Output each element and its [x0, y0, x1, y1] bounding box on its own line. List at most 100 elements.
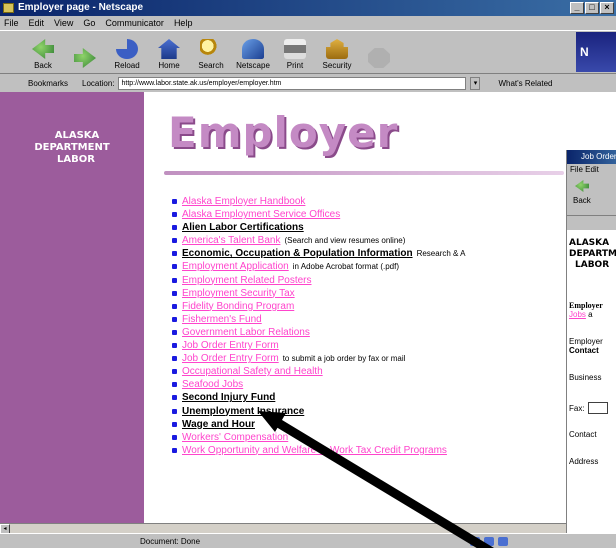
fax-input[interactable] — [587, 402, 608, 414]
link-list-item: Alaska Employment Service Offices — [172, 208, 592, 221]
home-button[interactable]: Home — [148, 31, 190, 73]
forward-icon — [74, 48, 96, 68]
back-icon — [32, 39, 54, 59]
link-list-item: Second Injury Fund — [172, 391, 592, 404]
menu-go[interactable]: Go — [83, 16, 95, 30]
employer-link[interactable]: Alaska Employer Handbook — [182, 196, 305, 207]
business-field-label: Business — [569, 373, 602, 382]
employer-link[interactable]: Workers' Compensation — [182, 432, 288, 443]
employer-link[interactable]: Second Injury Fund — [182, 392, 275, 403]
horizontal-scrollbar[interactable]: ◂ — [0, 523, 566, 534]
search-button[interactable]: Search — [190, 31, 232, 73]
alaska-labor-logo[interactable]: ALASKA DEPARTMENT LABOR — [0, 130, 144, 166]
navigation-toolbar: Back Reload Home Search Netscape Print S… — [0, 30, 616, 74]
window-titlebar[interactable]: Employer page - Netscape _ □ × — [0, 0, 616, 16]
employer-link[interactable]: Employment Related Posters — [182, 275, 312, 286]
link-list-item: Employment Application in Adobe Acrobat f… — [172, 260, 592, 273]
composer-status-icon — [498, 537, 508, 546]
page-content: ALASKA DEPARTMENT LABOR Employer Alaska … — [0, 92, 616, 523]
netscape-button[interactable]: Netscape — [232, 31, 274, 73]
url-input[interactable]: http://www.labor.state.ak.us/employer/em… — [118, 76, 467, 90]
logo-line-1: ALASKA — [54, 130, 100, 141]
link-list-item: Unemployment Insurance — [172, 405, 592, 418]
close-button[interactable]: × — [600, 2, 614, 14]
menu-edit[interactable]: Edit — [29, 16, 45, 30]
job-order-window[interactable]: Job Order File Edit Back ALASKA DEPARTME… — [566, 150, 616, 548]
link-list-item: Seafood Jobs — [172, 378, 592, 391]
menu-bar: File Edit View Go Communicator Help — [0, 16, 616, 30]
job-order-logo: ALASKA DEPARTMENT LABOR — [569, 238, 616, 270]
employer-link[interactable]: Fidelity Bonding Program — [182, 301, 294, 312]
employer-link[interactable]: Job Order Entry Form — [182, 340, 279, 351]
link-list-item: Government Labor Relations — [172, 326, 592, 339]
employer-link-list: Alaska Employer Handbook Alaska Employmen… — [172, 195, 592, 457]
url-dropdown-button[interactable]: ▾ — [470, 76, 481, 90]
link-list-item: Workers' Compensation — [172, 431, 592, 444]
back-icon[interactable] — [575, 180, 589, 192]
status-text: Document: Done — [140, 537, 201, 546]
menu-communicator[interactable]: Communicator — [105, 16, 164, 30]
heading-divider — [164, 171, 564, 175]
employer-link[interactable]: Government Labor Relations — [182, 327, 310, 338]
menu-help[interactable]: Help — [174, 16, 193, 30]
link-note: (Search and view resumes online) — [284, 236, 406, 246]
home-icon — [158, 39, 180, 59]
security-status-icon — [470, 537, 480, 546]
job-order-employer-heading: Employer — [569, 301, 603, 310]
page-title: Employer — [168, 108, 399, 157]
whats-related-button[interactable]: What's Related — [498, 79, 552, 88]
netscape-icon — [242, 39, 264, 59]
employer-link[interactable]: Wage and Hour — [182, 419, 255, 430]
link-list-item: Alaska Employer Handbook — [172, 195, 592, 208]
employer-link[interactable]: Employment Security Tax — [182, 288, 295, 299]
link-list-item: Occupational Safety and Health — [172, 365, 592, 378]
fax-field: Fax: — [569, 402, 616, 414]
bookmarks-button[interactable]: Bookmarks — [6, 79, 68, 88]
window-controls: _ □ × — [570, 2, 614, 14]
print-button[interactable]: Print — [274, 31, 316, 73]
netscape-app-icon — [3, 3, 14, 13]
job-order-body: ALASKA DEPARTMENT LABOR Employer Jobs a … — [567, 230, 616, 466]
employer-link[interactable]: America's Talent Bank — [182, 235, 280, 246]
employer-link[interactable]: Alien Labor Certifications — [182, 222, 304, 233]
job-order-menu[interactable]: File Edit — [567, 164, 616, 176]
employer-link[interactable]: Fishermen's Fund — [182, 314, 262, 325]
logo-line-3: LABOR — [57, 154, 95, 165]
link-list-item: Alien Labor Certifications — [172, 221, 592, 234]
location-bar: Bookmarks Location: http://www.labor.sta… — [0, 75, 616, 91]
reload-button[interactable]: Reload — [106, 31, 148, 73]
employer-link[interactable]: Job Order Entry Form — [182, 353, 279, 364]
job-order-jobs-link[interactable]: Jobs — [569, 310, 586, 319]
reload-icon — [116, 39, 138, 59]
employer-link[interactable]: Alaska Employment Service Offices — [182, 209, 340, 220]
stop-button[interactable] — [358, 31, 400, 73]
stop-icon — [368, 48, 390, 68]
minimize-button[interactable]: _ — [570, 2, 584, 14]
mail-status-icon — [484, 537, 494, 546]
forward-button[interactable] — [64, 31, 106, 73]
employer-link[interactable]: Work Opportunity and Welfare to Work Tax… — [182, 445, 447, 456]
menu-view[interactable]: View — [54, 16, 73, 30]
menu-file[interactable]: File — [4, 16, 19, 30]
print-icon — [284, 39, 306, 59]
link-list-item: Employment Related Posters — [172, 274, 592, 287]
link-list-item: America's Talent Bank (Search and view re… — [172, 234, 592, 247]
security-button[interactable]: Security — [316, 31, 358, 73]
back-button[interactable]: Back — [22, 31, 64, 73]
link-list-item: Work Opportunity and Welfare to Work Tax… — [172, 444, 592, 457]
logo-line-2: DEPARTMENT — [34, 142, 110, 153]
link-list-item: Wage and Hour — [172, 418, 592, 431]
job-order-contact-line: Contact — [569, 346, 599, 355]
netscape-logo: N — [576, 32, 616, 72]
employer-link[interactable]: Economic, Occupation & Population Inform… — [182, 248, 413, 259]
employer-link[interactable]: Employment Application — [182, 261, 289, 272]
job-order-titlebar[interactable]: Job Order — [567, 150, 616, 164]
employer-link[interactable]: Seafood Jobs — [182, 379, 243, 390]
link-note: to submit a job order by fax or mail — [282, 354, 406, 364]
link-list-item: Job Order Entry Form — [172, 339, 592, 352]
link-list-item: Employment Security Tax — [172, 287, 592, 300]
maximize-button[interactable]: □ — [585, 2, 599, 14]
security-icon — [326, 39, 348, 59]
employer-link[interactable]: Occupational Safety and Health — [182, 366, 323, 377]
employer-link[interactable]: Unemployment Insurance — [182, 406, 304, 417]
